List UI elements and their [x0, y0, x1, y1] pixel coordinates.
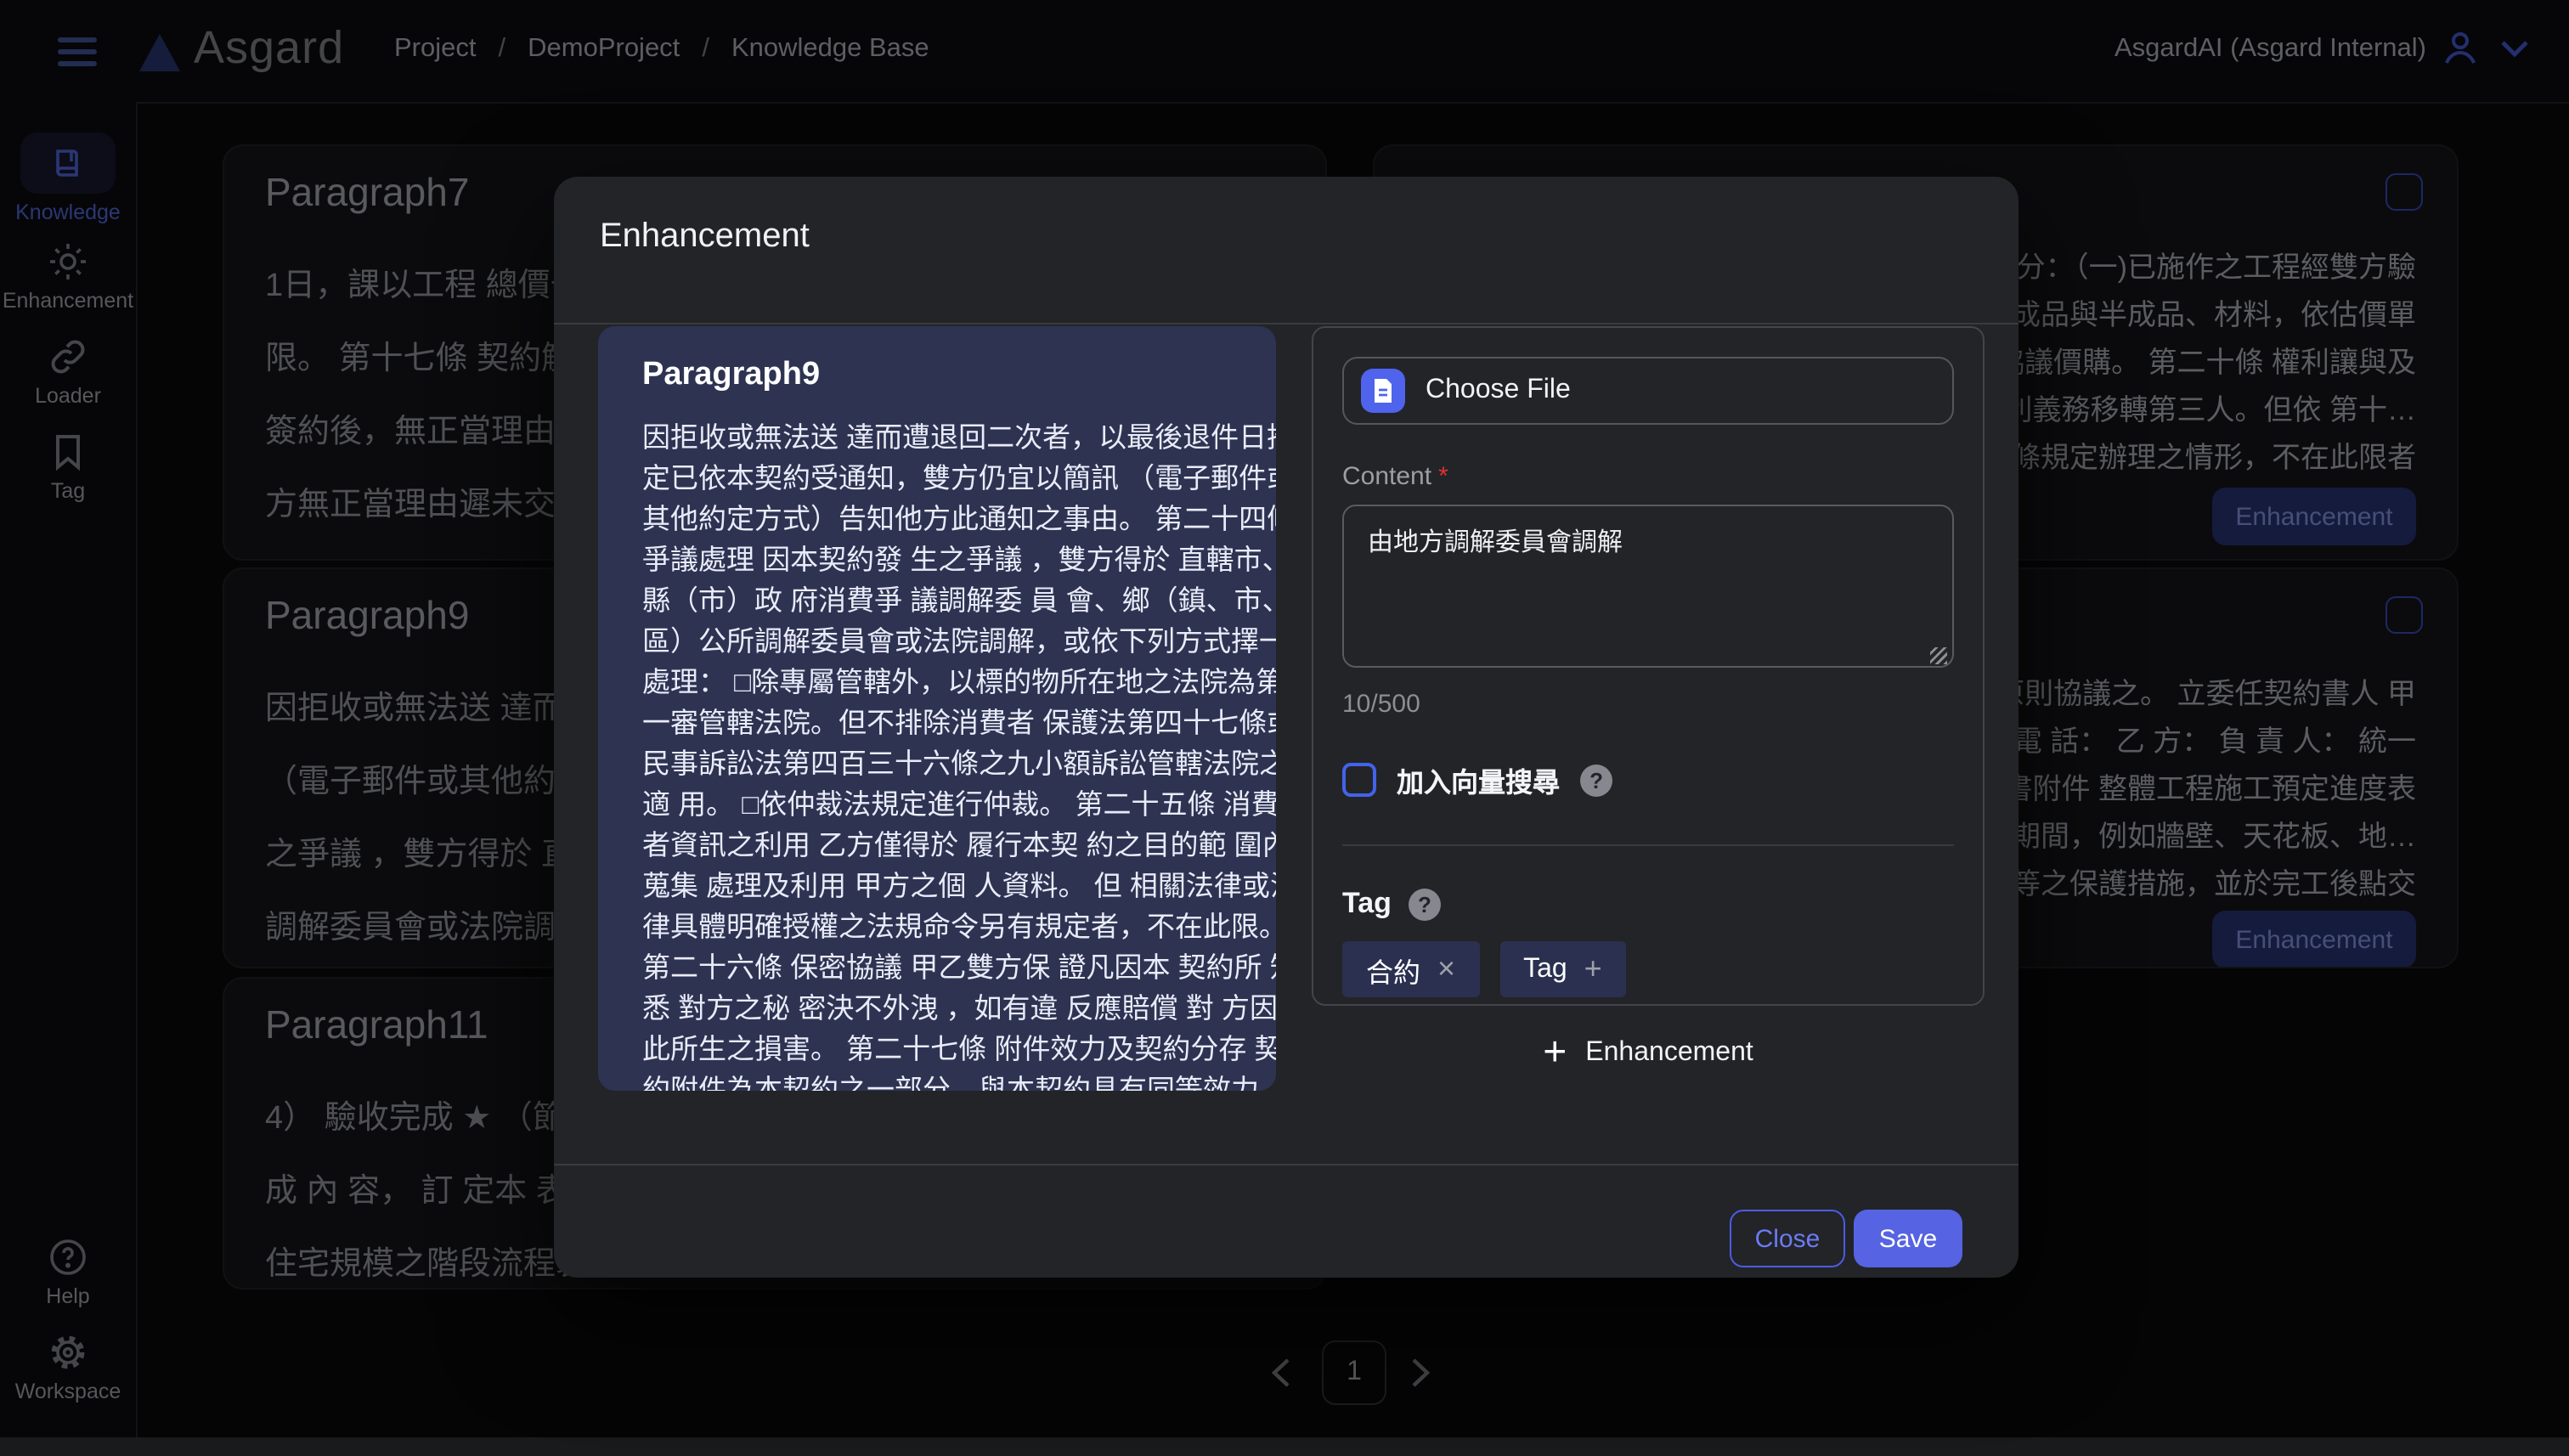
panel-line: 其他約定方式）告知他方此通知之事由。 第二十四條	[642, 499, 1232, 540]
panel-line: 者資訊之利用 乙方僅得於 履行本契 約之目的範 圍內	[642, 826, 1232, 866]
vector-search-checkbox[interactable]	[1342, 763, 1376, 797]
panel-line: 悉 對方之秘 密決不外洩 ，如有違 反應賠償 對 方因	[642, 989, 1232, 1030]
source-paragraph-panel: Paragraph9 因拒收或無法送 達而遭退回二次者，以最後退件日推 定已依本…	[598, 326, 1276, 1091]
app-root: Asgard Project / DemoProject / Knowledge…	[0, 0, 2569, 1456]
panel-line-clipped: 約附件為本契約之一部分，與本契約具有同等效力。	[642, 1070, 1232, 1091]
section-divider	[1342, 844, 1954, 846]
panel-line: 適 用。 □依仲裁法規定進行仲裁。 第二十五條 消費	[642, 785, 1232, 826]
textarea-resize-handle[interactable]	[1930, 647, 1947, 664]
tag-section-label: Tag	[1342, 887, 1392, 921]
add-enhancement-button[interactable]: + Enhancement	[1312, 1033, 1985, 1074]
panel-line: 民事訴訟法第四百三十六條之九小額訴訟管轄法院之	[642, 744, 1232, 785]
char-counter: 10/500	[1342, 690, 1954, 719]
tag-chip[interactable]: 合約 ×	[1342, 941, 1479, 997]
panel-line: 第二十六條 保密協議 甲乙雙方保 證凡因本 契約所 知	[642, 948, 1232, 989]
modal-footer-divider	[554, 1164, 2019, 1165]
remove-tag-icon[interactable]: ×	[1437, 951, 1455, 987]
file-document-icon	[1361, 369, 1405, 413]
help-icon[interactable]: ?	[1409, 888, 1441, 920]
tag-section-header: Tag ?	[1342, 887, 1954, 921]
panel-title: Paragraph9	[642, 357, 1232, 394]
panel-line: 縣（市）政 府消費爭 議調解委 員 會、鄉（鎮、市、	[642, 581, 1232, 622]
save-button[interactable]: Save	[1854, 1210, 1962, 1267]
panel-line: 此所生之損害。 第二十七條 附件效力及契約分存 契	[642, 1030, 1232, 1070]
panel-text: 因拒收或無法送 達而遭退回二次者，以最後退件日推 定已依本契約受通知，雙方仍宜以…	[642, 418, 1232, 1091]
panel-line: 一審管轄法院。但不排除消費者 保護法第四十七條或	[642, 703, 1232, 744]
enhancement-modal: Enhancement Paragraph9 因拒收或無法送 達而遭退回二次者，…	[554, 177, 2019, 1278]
plus-icon: +	[1543, 1033, 1567, 1074]
choose-file-button[interactable]: Choose File	[1342, 357, 1954, 425]
panel-line: 蒐集 處理及利用 甲方之個 人資料。 但 相關法律或法	[642, 866, 1232, 907]
choose-file-label: Choose File	[1426, 375, 1571, 406]
content-label: Content*	[1342, 462, 1954, 491]
panel-line: 處理： □除專屬管轄外，以標的物所在地之法院為第	[642, 663, 1232, 703]
panel-line: 因拒收或無法送 達而遭退回二次者，以最後退件日推	[642, 418, 1232, 459]
vector-search-label: 加入向量搜尋	[1397, 759, 1560, 800]
panel-line: 律具體明確授權之法規命令另有規定者，不在此限。	[642, 907, 1232, 948]
panel-line: 爭議處理 因本契約發 生之爭議 ，雙方得於 直轄市、	[642, 540, 1232, 581]
tag-chip-list: 合約 × Tag +	[1342, 941, 1954, 997]
enhancement-form: Choose File Content* 由地方調解委員會調解 10/500 加…	[1312, 326, 1985, 1006]
close-button[interactable]: Close	[1730, 1210, 1845, 1267]
modal-title: Enhancement	[600, 217, 810, 257]
vector-search-row: 加入向量搜尋 ?	[1342, 759, 1954, 800]
add-tag-plus-icon[interactable]: +	[1584, 951, 1602, 987]
help-icon[interactable]: ?	[1580, 764, 1612, 796]
panel-line: 定已依本契約受通知，雙方仍宜以簡訊 （電子郵件或	[642, 459, 1232, 499]
add-tag-chip[interactable]: Tag +	[1499, 941, 1626, 997]
content-textarea[interactable]: 由地方調解委員會調解	[1342, 505, 1954, 668]
tag-chip-label: 合約	[1366, 949, 1420, 990]
required-asterisk: *	[1438, 462, 1448, 491]
add-tag-label: Tag	[1523, 954, 1567, 985]
panel-line: 區）公所調解委員會或法院調解，或依下列方式擇一	[642, 622, 1232, 663]
modal-header-divider	[554, 323, 2019, 324]
add-enhancement-label: Enhancement	[1585, 1038, 1753, 1069]
